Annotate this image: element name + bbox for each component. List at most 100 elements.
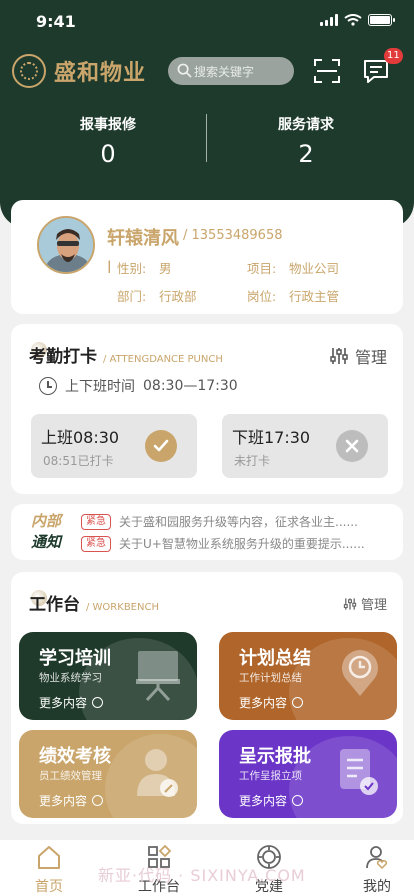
clock-in-card[interactable]: 上班08:30 08:51已打卡 (31, 414, 197, 478)
sliders-icon (330, 348, 348, 364)
tile-title: 绩效考核 (39, 746, 111, 767)
tile-subtitle: 工作呈报立项 (239, 770, 302, 782)
user-heart-icon (366, 846, 388, 870)
stat-repair-label: 报事报修 (80, 117, 136, 133)
info-marker: | (107, 258, 112, 273)
stat-service-value: 2 (298, 140, 314, 168)
sliders-icon (343, 597, 357, 610)
user-edit-icon (137, 749, 178, 797)
tile-more-link[interactable]: 更多内容 (39, 694, 104, 711)
workbench-manage-button[interactable]: 管理 (343, 594, 387, 613)
arrow-circle-icon (292, 697, 304, 708)
clock-icon (39, 377, 57, 395)
profile-phone: / 13553489658 (183, 228, 283, 243)
tab-mine-label: 我的 (363, 879, 391, 895)
status-time: 9:41 (36, 12, 76, 31)
arrow-circle-icon (92, 697, 104, 708)
workbench-manage-label: 管理 (360, 598, 387, 613)
avatar (37, 216, 95, 274)
clock-out-card[interactable]: 下班17:30 未打卡 (222, 414, 388, 478)
arrow-circle-icon (292, 795, 304, 806)
search-placeholder: 搜索关键字 (194, 64, 255, 79)
post-label: 岗位: (247, 289, 277, 304)
attendance-manage-button[interactable]: 管理 (329, 344, 387, 368)
notice-item[interactable]: 紧急 关于盛和园服务升级等内容，征求各业主...... (81, 513, 358, 530)
workbench-card: 工作台 / WORKBENCH 管理 学习培训 物业系统学习 更多内容 计划总结… (11, 572, 403, 824)
tile-plan-summary[interactable]: 计划总结 工作计划总结 更多内容 (219, 632, 397, 720)
brand-logo: 盛和物业 (12, 54, 146, 88)
brand-emblem-icon (12, 54, 46, 88)
workbench-header: 工作台 / WORKBENCH (29, 590, 159, 615)
tab-home[interactable]: 首页 (14, 844, 84, 896)
brand-name: 盛和物业 (54, 60, 147, 86)
tile-more-label: 更多内容 (239, 696, 288, 710)
clock-out-status: 未打卡 (234, 454, 271, 468)
project-label: 项目: (247, 261, 277, 276)
internal-notice-logo: 内部 通知 (31, 511, 61, 553)
gender-value: 男 (159, 261, 172, 276)
tile-subtitle: 员工绩效管理 (39, 770, 102, 782)
tile-subtitle: 工作计划总结 (239, 672, 302, 684)
home-icon (38, 846, 60, 869)
gender-label: 性别: (117, 261, 147, 276)
search-icon (177, 63, 192, 78)
tile-more-link[interactable]: 更多内容 (239, 694, 304, 711)
tile-title: 呈示报批 (239, 746, 311, 767)
stat-service[interactable]: 服务请求 2 (236, 114, 376, 168)
tile-training[interactable]: 学习培训 物业系统学习 更多内容 (19, 632, 197, 720)
tile-performance[interactable]: 绩效考核 员工绩效管理 更多内容 (19, 730, 197, 818)
tab-mine[interactable]: 我的 (342, 844, 412, 896)
project-value: 物业公司 (289, 261, 340, 276)
search-input[interactable]: 搜索关键字 (168, 57, 294, 85)
profile-name: 轩辕清风 (107, 228, 179, 249)
profile-card[interactable]: 轩辕清风 / 13553489658 | 性别: 男 项目: 物业公司 部门: … (11, 200, 403, 314)
urgent-tag: 紧急 (81, 535, 111, 552)
clock-out-title: 下班17:30 (232, 428, 311, 447)
attendance-title: 考勤打卡 (29, 347, 97, 367)
attendance-manage-label: 管理 (354, 348, 387, 367)
stat-repair[interactable]: 报事报修 0 (38, 114, 178, 168)
workbench-title: 工作台 (29, 595, 80, 615)
cross-icon (336, 430, 368, 462)
workbench-subtitle: / WORKBENCH (86, 602, 159, 613)
tile-title: 学习培训 (39, 648, 111, 669)
post-value: 行政主管 (289, 289, 340, 304)
clock-in-title: 上班08:30 (41, 428, 120, 447)
worktime-label: 上下班时间 (65, 379, 135, 395)
notice-logo-line2: 通知 (31, 533, 62, 551)
tile-more-label: 更多内容 (39, 696, 88, 710)
tile-more-label: 更多内容 (39, 794, 88, 808)
tile-submit-approval[interactable]: 呈示报批 工作呈报立项 更多内容 (219, 730, 397, 818)
worktime-row: 上下班时间 08:30—17:30 (39, 376, 238, 396)
battery-icon (368, 14, 395, 26)
tile-more-label: 更多内容 (239, 794, 288, 808)
watermark: 新亚·代码 · SIXINYA.COM (98, 866, 306, 885)
notice-item[interactable]: 紧急 关于U+智慧物业系统服务升级的重要提示...... (81, 535, 365, 552)
tile-title: 计划总结 (239, 648, 311, 669)
status-bar: 9:41 (0, 0, 414, 44)
signal-icon (320, 14, 338, 26)
notice-text: 关于U+智慧物业系统服务升级的重要提示...... (119, 537, 365, 551)
urgent-tag: 紧急 (81, 513, 111, 530)
tab-home-label: 首页 (35, 879, 63, 895)
stat-repair-value: 0 (100, 140, 116, 168)
scan-icon[interactable] (313, 57, 341, 85)
stat-divider (206, 114, 207, 162)
tile-more-link[interactable]: 更多内容 (239, 792, 304, 809)
presentation-board-icon (136, 651, 180, 702)
attendance-card: 考勤打卡 / ATTENGDANCE PUNCH 管理 上下班时间 08:30—… (11, 324, 403, 494)
attendance-subtitle: / ATTENGDANCE PUNCH (103, 354, 223, 365)
dept-value: 行政部 (159, 289, 197, 304)
tile-more-link[interactable]: 更多内容 (39, 792, 104, 809)
notice-text: 关于盛和园服务升级等内容，征求各业主...... (119, 515, 358, 529)
check-icon (145, 430, 177, 462)
dept-label: 部门: (117, 289, 147, 304)
tile-subtitle: 物业系统学习 (39, 672, 102, 684)
stat-service-label: 服务请求 (278, 117, 334, 133)
arrow-circle-icon (92, 795, 104, 806)
notice-card: 内部 通知 紧急 关于盛和园服务升级等内容，征求各业主...... 紧急 关于U… (11, 504, 403, 560)
clock-pin-icon (342, 650, 378, 696)
attendance-header: 考勤打卡 / ATTENGDANCE PUNCH (29, 342, 223, 367)
document-check-icon (340, 749, 378, 795)
notice-logo-line1: 内部 (31, 512, 62, 530)
